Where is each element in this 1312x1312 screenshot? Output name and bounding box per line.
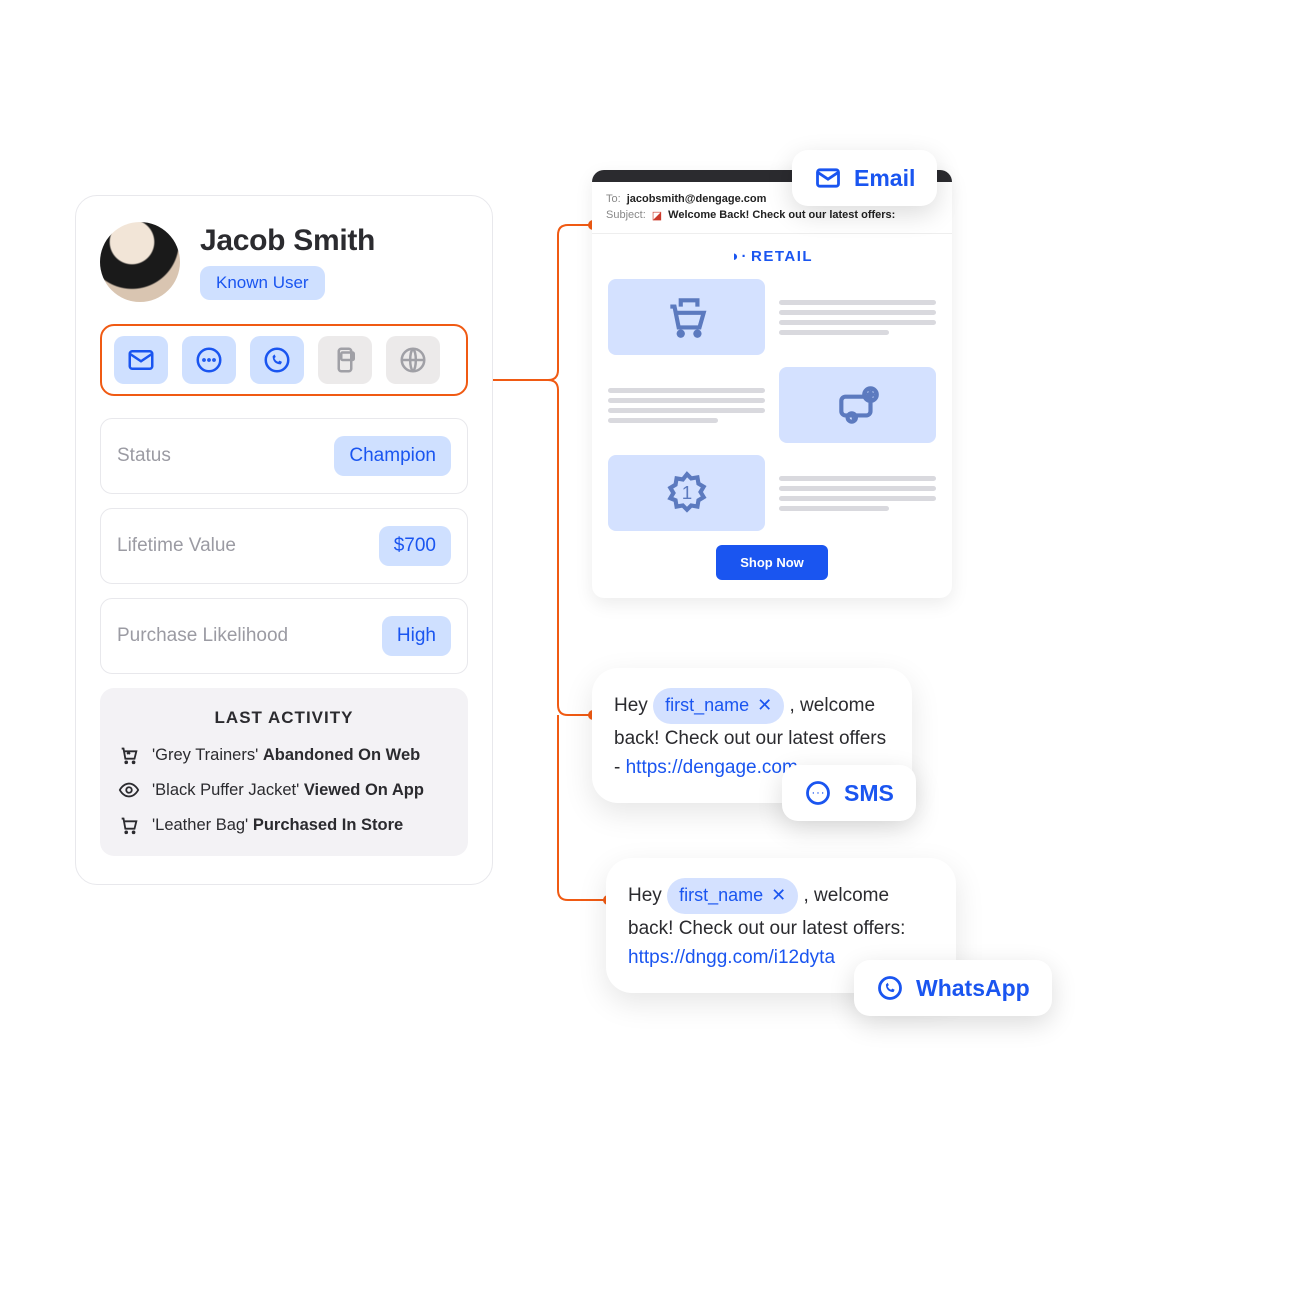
cart-icon (118, 814, 140, 836)
stat-value: High (382, 616, 451, 656)
sms-channel-tag: SMS (782, 765, 916, 821)
remove-icon[interactable]: ✕ (757, 692, 772, 720)
channel-email-button[interactable] (114, 336, 168, 384)
shop-now-button[interactable]: Shop Now (716, 545, 828, 580)
channel-inapp-button[interactable] (318, 336, 372, 384)
activity-item: 'Grey Trainers' Abandoned On Web (118, 744, 450, 766)
whatsapp-link[interactable]: https://dngg.com/i12dyta (628, 947, 835, 968)
eye-icon (118, 779, 140, 801)
known-user-badge: Known User (200, 266, 325, 300)
remove-icon[interactable]: ✕ (771, 882, 786, 910)
stat-label: Status (117, 445, 171, 467)
stat-row-purchase-likelihood: Purchase Likelihood High (100, 598, 468, 674)
user-profile-card: Jacob Smith Known User Status Champi (75, 195, 493, 885)
chat-icon (804, 779, 832, 807)
variable-chip[interactable]: first_name✕ (667, 878, 798, 914)
stat-row-lifetime-value: Lifetime Value $700 (100, 508, 468, 584)
cart-x-icon (118, 744, 140, 766)
email-text-block (779, 455, 936, 531)
mail-icon (814, 164, 842, 192)
last-activity-box: LAST ACTIVITY 'Grey Trainers' Abandoned … (100, 688, 468, 856)
channel-whatsapp-button[interactable] (250, 336, 304, 384)
activity-item: 'Leather Bag' Purchased In Store (118, 814, 450, 836)
channel-selector (100, 324, 468, 396)
activity-item: 'Black Puffer Jacket' Viewed On App (118, 779, 450, 801)
avatar (100, 222, 180, 302)
whatsapp-icon (262, 345, 292, 375)
chat-icon (194, 345, 224, 375)
email-channel-tag: Email (792, 150, 937, 206)
stat-label: Purchase Likelihood (117, 625, 288, 647)
email-promo-image (779, 367, 936, 443)
channel-web-button[interactable] (386, 336, 440, 384)
activity-title: LAST ACTIVITY (118, 708, 450, 728)
whatsapp-icon (876, 974, 904, 1002)
email-brand-logo: ◗·RETAIL (608, 248, 936, 265)
email-promo-image: 1 (608, 455, 765, 531)
stat-label: Lifetime Value (117, 535, 236, 557)
globe-icon (398, 345, 428, 375)
sms-link[interactable]: https://dengage.com (626, 757, 798, 778)
email-promo-image (608, 279, 765, 355)
stat-value: $700 (379, 526, 451, 566)
profile-name: Jacob Smith (200, 224, 375, 258)
stat-row-status: Status Champion (100, 418, 468, 494)
channel-sms-button[interactable] (182, 336, 236, 384)
svg-text:1: 1 (681, 482, 691, 503)
phone-message-icon (330, 345, 360, 375)
variable-chip[interactable]: first_name✕ (653, 688, 784, 724)
whatsapp-channel-tag: WhatsApp (854, 960, 1052, 1016)
email-text-block (608, 367, 765, 443)
email-preview: To: jacobsmith@dengage.com Subject: ◪ We… (592, 170, 952, 598)
mail-icon (126, 345, 156, 375)
stat-value: Champion (334, 436, 451, 476)
email-text-block (779, 279, 936, 355)
